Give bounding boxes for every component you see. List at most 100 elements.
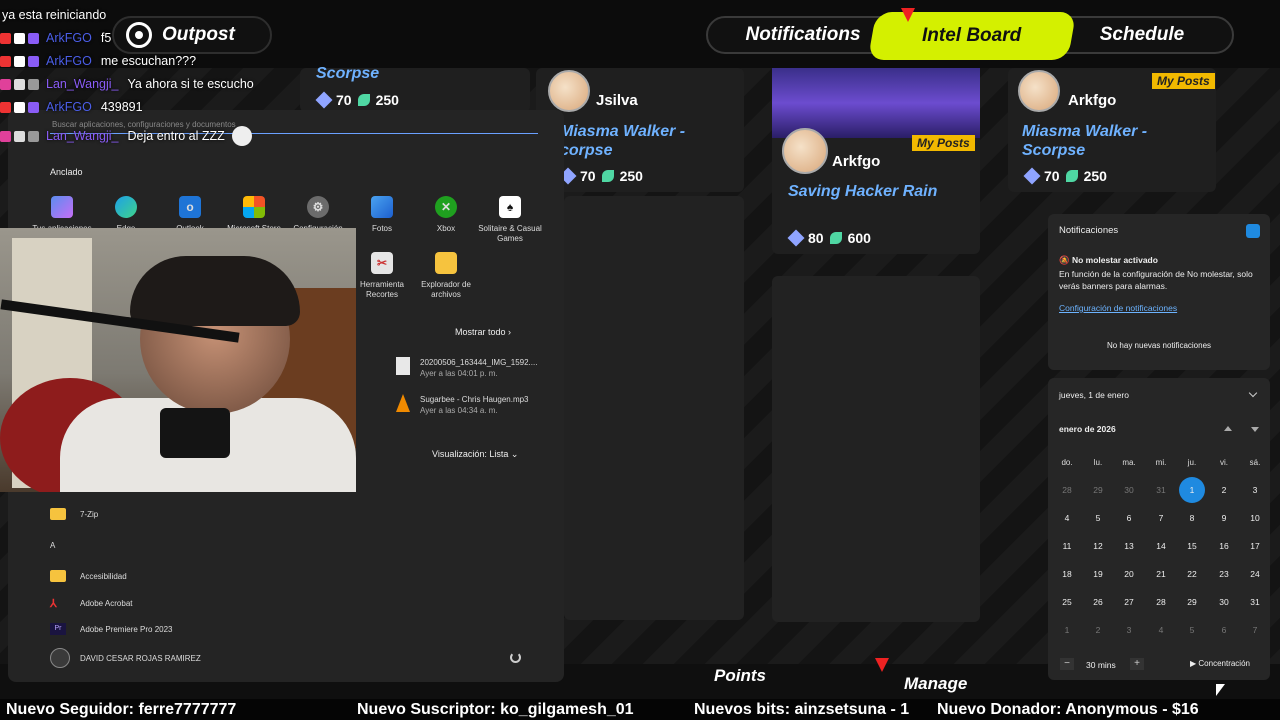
calendar-day[interactable]: 2 (1084, 618, 1112, 642)
focus-minutes: 30 mins (1086, 660, 1116, 670)
calendar-day[interactable]: 29 (1178, 590, 1206, 614)
calendar-day[interactable]: 21 (1147, 562, 1175, 586)
app-list-item[interactable]: Pr Adobe Premiere Pro 2023 (50, 623, 173, 635)
calendar-day[interactable]: 13 (1115, 534, 1143, 558)
calendar-day[interactable]: 6 (1210, 618, 1238, 642)
tab-schedule[interactable]: Schedule (1082, 18, 1202, 52)
post-card[interactable]: My Posts Arkfgo Saving Hacker Rain 80 60… (772, 68, 980, 254)
youtube-icon (0, 55, 11, 67)
calendar-day[interactable]: 15 (1178, 534, 1206, 558)
next-month-icon[interactable] (1251, 427, 1259, 432)
calendar-day[interactable]: 4 (1147, 618, 1175, 642)
calendar-day[interactable]: 25 (1053, 590, 1081, 614)
calendar-day[interactable]: 5 (1178, 618, 1206, 642)
focus-button[interactable]: ▶ Concentración (1190, 658, 1250, 670)
gem-icon (315, 91, 333, 109)
power-icon[interactable] (510, 652, 521, 663)
drop-icon (14, 78, 25, 90)
calendar-day[interactable]: 22 (1178, 562, 1206, 586)
weekday-header: vi. (1220, 458, 1228, 467)
calendar-day[interactable]: 9 (1210, 506, 1238, 530)
calendar-day[interactable]: 7 (1147, 506, 1175, 530)
outpost-label: Outpost (162, 24, 235, 45)
calendar-day[interactable]: 26 (1084, 590, 1112, 614)
app-fotos[interactable]: Fotos (350, 196, 414, 234)
calendar-day[interactable]: 28 (1053, 478, 1081, 502)
badge-icon (14, 101, 25, 113)
user-account-button[interactable]: DAVID CESAR ROJAS RAMIREZ (50, 648, 201, 668)
card-leaves: 600 (847, 230, 871, 246)
calendar-day[interactable]: 19 (1084, 562, 1112, 586)
calendar-day[interactable]: 24 (1241, 562, 1269, 586)
tab-notifications[interactable]: Notifications (722, 18, 884, 52)
app-list-item[interactable]: 7-Zip (50, 508, 98, 520)
app-explorador-archivos[interactable]: Explorador de archivos (414, 252, 478, 300)
calendar-day-today[interactable]: 1 (1179, 477, 1205, 503)
outlook-icon: o (179, 196, 201, 218)
event-ticker: Nuevo Seguidor: ferre7777777 Nuevo Suscr… (0, 699, 1280, 720)
decrease-time-button[interactable]: − (1060, 658, 1074, 670)
calendar-day[interactable]: 6 (1115, 506, 1143, 530)
app-herramienta-recortes[interactable]: ✂ Herramienta Recortes (350, 252, 414, 300)
collapse-chevron-icon[interactable] (1248, 388, 1258, 398)
app-list-label: Adobe Premiere Pro 2023 (80, 624, 173, 634)
calendar-day[interactable]: 28 (1147, 590, 1175, 614)
folder-icon (50, 508, 66, 520)
calendar-day[interactable]: 18 (1053, 562, 1081, 586)
notification-settings-link[interactable]: Configuración de notificaciones (1059, 302, 1177, 314)
recent-item[interactable]: 20200506_163444_IMG_1592.... Ayer a las 0… (396, 357, 537, 379)
show-all-button[interactable]: Mostrar todo › (455, 327, 511, 337)
tab-intel-board[interactable]: Intel Board (867, 12, 1077, 60)
dnd-toggle-icon[interactable] (1246, 224, 1260, 238)
calendar-day[interactable]: 4 (1053, 506, 1081, 530)
weekday-header: ma. (1122, 458, 1136, 467)
manage-button[interactable]: Manage (904, 674, 967, 694)
heart-icon (0, 78, 11, 90)
leaf-icon (1065, 170, 1078, 182)
app-list-item[interactable]: ⅄ Adobe Acrobat (50, 597, 132, 610)
calendar-day[interactable]: 17 (1241, 534, 1269, 558)
calendar-day[interactable]: 11 (1053, 534, 1081, 558)
letter-header[interactable]: A (50, 541, 55, 550)
calendar-day[interactable]: 3 (1115, 618, 1143, 642)
bell-icon: 🔕 (1059, 255, 1070, 265)
post-card[interactable]: My Posts Arkfgo Miasma Walker - Scorpse … (1008, 68, 1216, 192)
calendar-day[interactable]: 10 (1241, 506, 1269, 530)
view-toggle[interactable]: Visualización: Lista ⌄ (432, 449, 518, 460)
card-user: Arkfgo (832, 153, 881, 170)
my-posts-badge: My Posts (912, 135, 975, 151)
app-solitaire[interactable]: ♠ Solitaire & Casual Games (478, 196, 542, 244)
calendar-day[interactable]: 1 (1053, 618, 1081, 642)
calendar-month[interactable]: enero de 2026 (1059, 423, 1116, 435)
post-card[interactable]: Scorpse 70 250 (300, 65, 530, 112)
increase-time-button[interactable]: + (1130, 658, 1144, 670)
outpost-button[interactable]: Outpost (112, 16, 272, 54)
calendar-day[interactable]: 20 (1115, 562, 1143, 586)
calendar-day[interactable]: 30 (1115, 478, 1143, 502)
calendar-day[interactable]: 27 (1115, 590, 1143, 614)
calendar-day[interactable]: 5 (1084, 506, 1112, 530)
calendar-day[interactable]: 29 (1084, 478, 1112, 502)
calendar-day[interactable]: 23 (1210, 562, 1238, 586)
card-stats: 70 250 (315, 91, 399, 109)
calendar-day[interactable]: 2 (1210, 478, 1238, 502)
calendar-day[interactable]: 12 (1084, 534, 1112, 558)
calendar-day[interactable]: 14 (1147, 534, 1175, 558)
calendar-day[interactable]: 3 (1241, 478, 1269, 502)
points-button[interactable]: Points (714, 666, 766, 686)
post-card[interactable]: Jsilva Miasma Walker - corpse 70 250 (536, 68, 744, 192)
calendar-day[interactable]: 31 (1147, 478, 1175, 502)
calendar-day[interactable]: 16 (1210, 534, 1238, 558)
acrobat-icon: ⅄ (50, 598, 57, 610)
app-xbox[interactable]: ✕ Xbox (414, 196, 478, 234)
calendar-day[interactable]: 7 (1241, 618, 1269, 642)
webcam-person-hair (130, 256, 300, 326)
app-list-item[interactable]: Accesibilidad (50, 570, 127, 582)
view-toggle-label: Visualización: Lista (432, 449, 509, 459)
calendar-day[interactable]: 30 (1210, 590, 1238, 614)
calendar-day[interactable]: 8 (1178, 506, 1206, 530)
recent-item[interactable]: Sugarbee - Chris Haugen.mp3 Ayer a las 04… (396, 394, 529, 416)
calendar-day[interactable]: 31 (1241, 590, 1269, 614)
prev-month-icon[interactable] (1224, 426, 1232, 431)
folder-icon (50, 570, 66, 582)
